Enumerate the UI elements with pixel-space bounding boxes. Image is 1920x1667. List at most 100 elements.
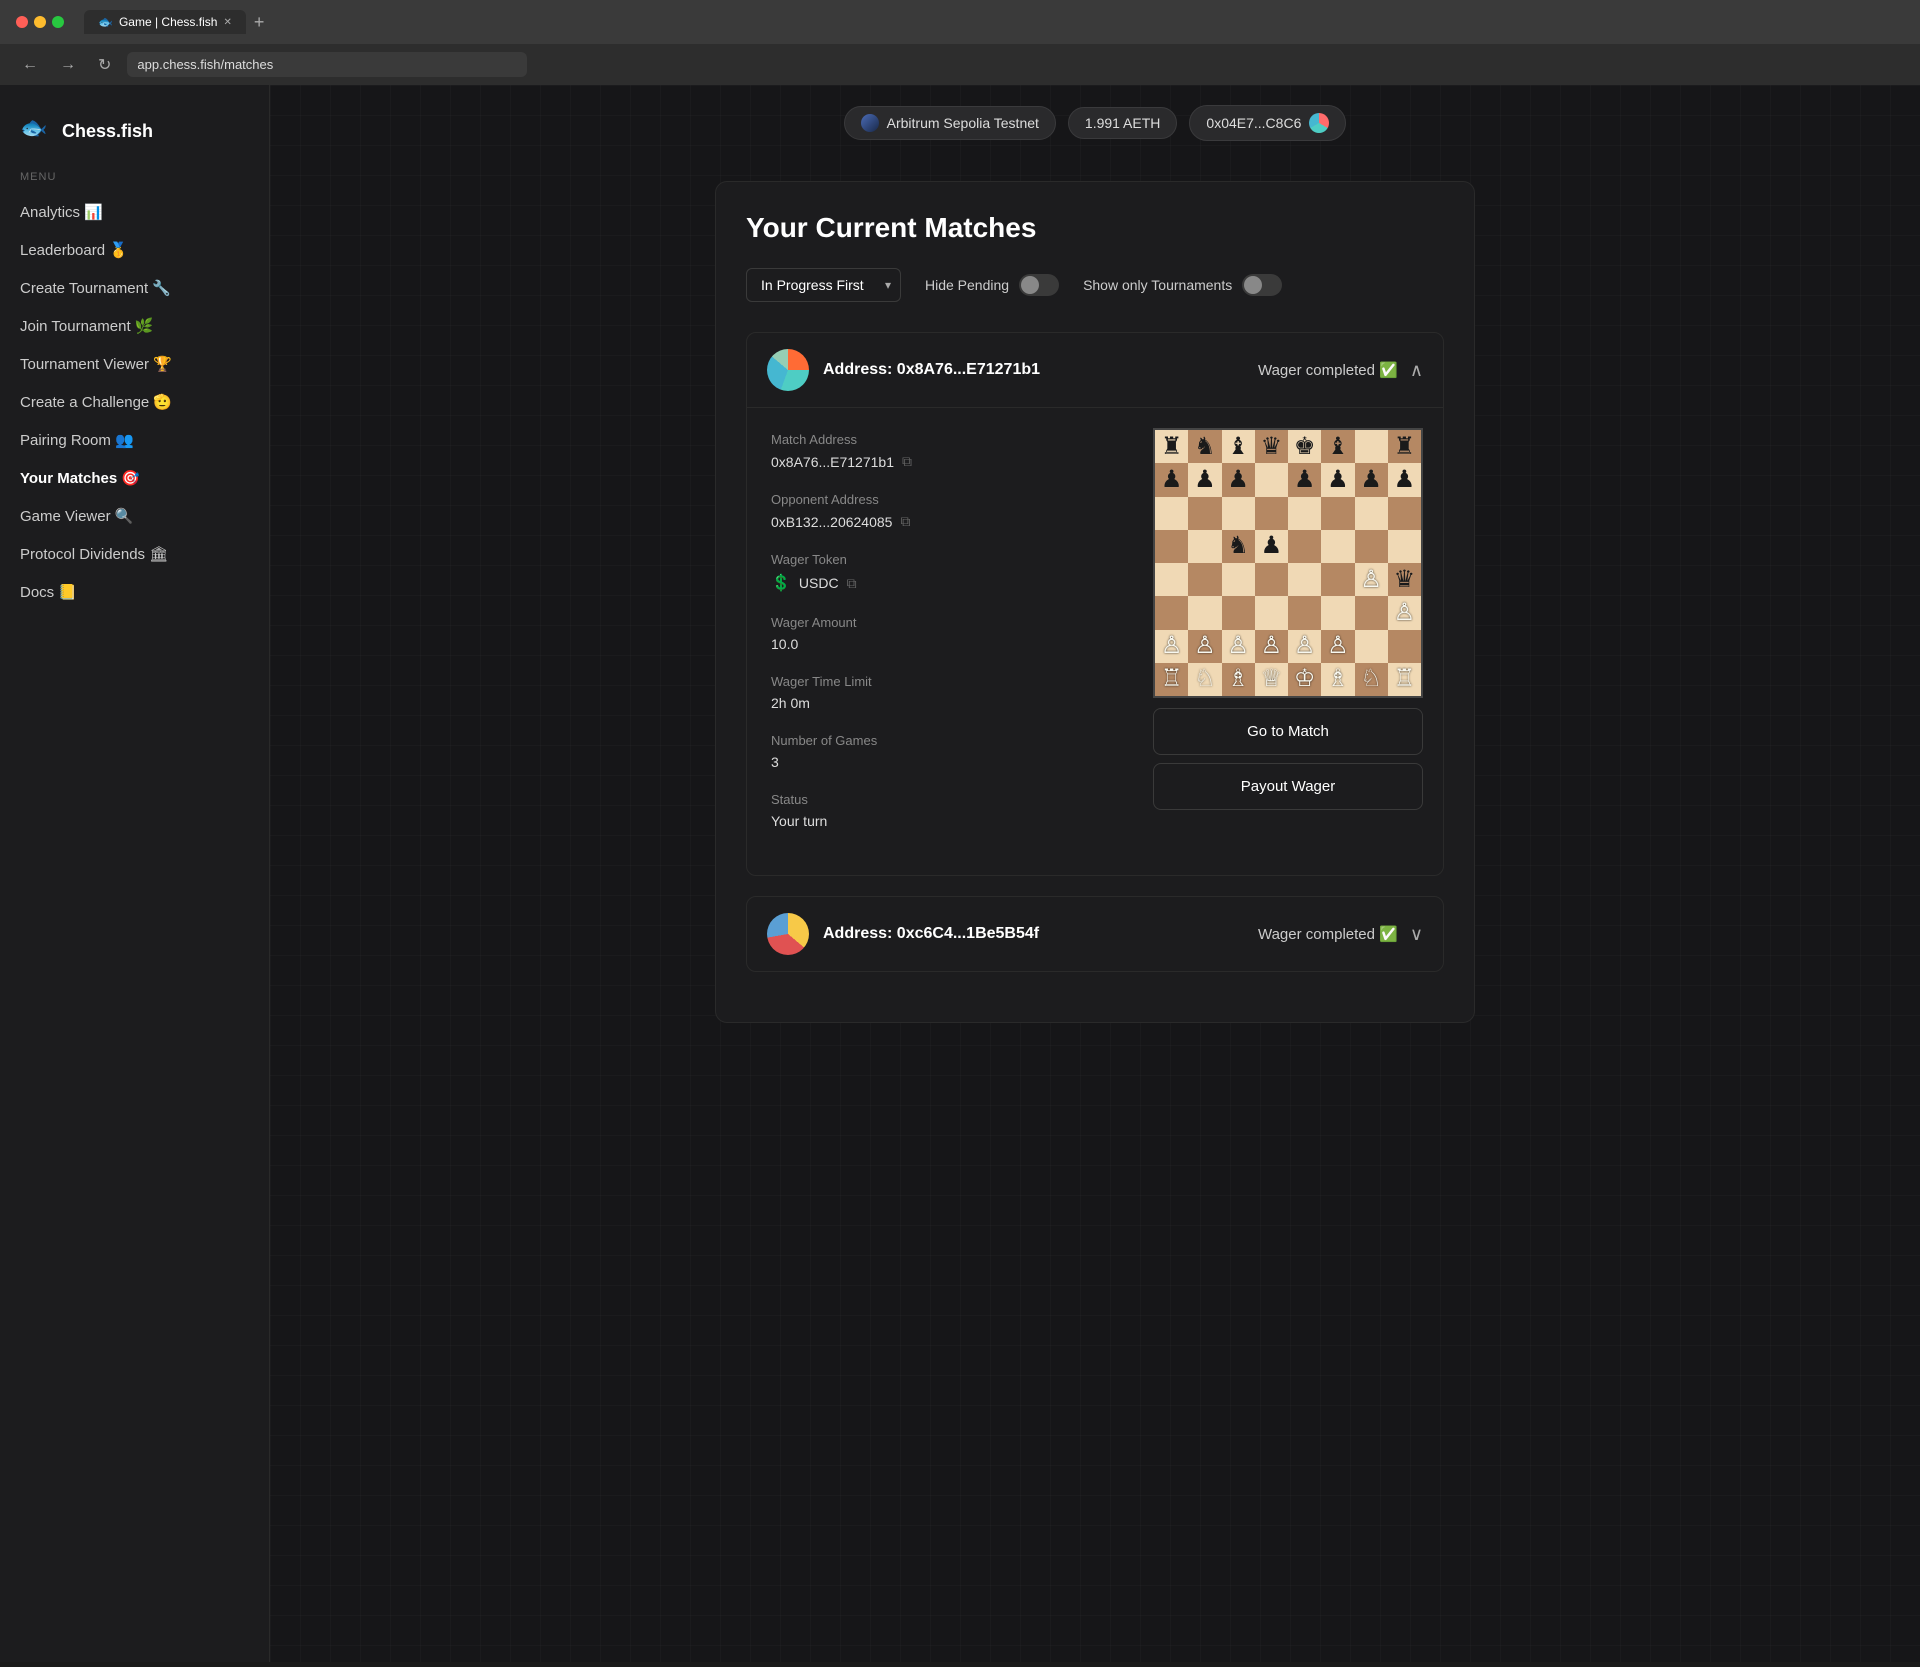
sidebar-item-analytics[interactable]: Analytics 📊 — [0, 193, 269, 231]
detail-value-wager-time-limit: 2h 0m — [771, 695, 1129, 711]
chess-cell: ♙ — [1321, 630, 1354, 663]
match-card-2: Address: 0xc6C4...1Be5B54f Wager complet… — [746, 896, 1444, 972]
sidebar-item-join-tournament[interactable]: Join Tournament 🌿 — [0, 307, 269, 345]
chess-cell — [1188, 596, 1221, 629]
chess-cell: ♙ — [1355, 563, 1388, 596]
toggle-knob — [1244, 276, 1262, 294]
detail-wager-time-limit: Wager Time Limit 2h 0m — [771, 674, 1129, 711]
wallet-address: 0x04E7...C8C6 — [1206, 115, 1301, 131]
new-tab-button[interactable]: + — [250, 12, 269, 33]
active-tab[interactable]: 🐟 Game | Chess.fish ✕ — [84, 10, 246, 34]
address-bar[interactable] — [127, 52, 527, 77]
browser-chrome: 🐟 Game | Chess.fish ✕ + ← → ↻ — [0, 0, 1920, 85]
detail-status: Status Your turn — [771, 792, 1129, 829]
copy-opponent-address-button[interactable]: ⧉ — [900, 513, 910, 530]
filter-select[interactable]: In Progress First Newest First Oldest Fi… — [746, 268, 901, 302]
show-tournaments-toggle[interactable] — [1242, 274, 1282, 296]
sidebar-item-tournament-viewer[interactable]: Tournament Viewer 🏆 — [0, 345, 269, 383]
chess-cell — [1155, 563, 1188, 596]
chess-cell: ♘ — [1355, 663, 1388, 696]
sidebar-item-label: Leaderboard 🥇 — [20, 241, 128, 259]
wallet-address-badge[interactable]: 0x04E7...C8C6 — [1189, 105, 1346, 141]
chess-cell: ♗ — [1321, 663, 1354, 696]
hide-pending-toggle[interactable] — [1019, 274, 1059, 296]
chess-cell: ♟ — [1155, 463, 1188, 496]
match-header-2[interactable]: Address: 0xc6C4...1Be5B54f Wager complet… — [747, 897, 1443, 971]
chess-cell — [1321, 530, 1354, 563]
wallet-avatar — [1309, 113, 1329, 133]
copy-match-address-button[interactable]: ⧉ — [902, 453, 912, 470]
menu-label: MENU — [0, 171, 269, 193]
sidebar-item-label: Analytics 📊 — [20, 203, 103, 221]
chess-cell — [1321, 497, 1354, 530]
chess-cell: ♚ — [1288, 430, 1321, 463]
chess-cell: ♖ — [1388, 663, 1421, 696]
chess-cell — [1388, 630, 1421, 663]
minimize-window-button[interactable] — [34, 16, 46, 28]
traffic-lights — [16, 16, 64, 28]
chess-cell: ♝ — [1321, 430, 1354, 463]
sidebar-item-label: Your Matches 🎯 — [20, 469, 140, 487]
chess-cell: ♝ — [1222, 430, 1255, 463]
chess-cell: ♟ — [1188, 463, 1221, 496]
chess-cell — [1355, 497, 1388, 530]
matches-container: Your Current Matches In Progress First N… — [715, 181, 1475, 1023]
chess-cell — [1155, 596, 1188, 629]
detail-value-status: Your turn — [771, 813, 1129, 829]
detail-num-games: Number of Games 3 — [771, 733, 1129, 770]
detail-label-opponent-address: Opponent Address — [771, 492, 1129, 507]
payout-wager-button[interactable]: Payout Wager — [1153, 763, 1423, 810]
collapse-button-1[interactable]: ∧ — [1410, 360, 1423, 381]
chess-cell: ♟ — [1288, 463, 1321, 496]
chess-cell — [1355, 430, 1388, 463]
sort-select[interactable]: In Progress First Newest First Oldest Fi… — [746, 268, 901, 302]
detail-opponent-address: Opponent Address 0xB132...20624085 ⧉ — [771, 492, 1129, 530]
chess-cell — [1288, 596, 1321, 629]
network-badge[interactable]: Arbitrum Sepolia Testnet — [844, 106, 1056, 140]
chess-cell — [1288, 497, 1321, 530]
back-button[interactable]: ← — [16, 54, 44, 76]
chess-cell — [1255, 596, 1288, 629]
forward-button[interactable]: → — [54, 54, 82, 76]
sidebar-item-your-matches[interactable]: Your Matches 🎯 — [0, 459, 269, 497]
logo-text: Chess.fish — [62, 121, 153, 142]
refresh-button[interactable]: ↻ — [92, 53, 117, 77]
chess-cell — [1288, 530, 1321, 563]
detail-value-opponent-address: 0xB132...20624085 ⧉ — [771, 513, 1129, 530]
sidebar-item-create-tournament[interactable]: Create Tournament 🔧 — [0, 269, 269, 307]
wallet-balance-badge[interactable]: 1.991 AETH — [1068, 107, 1178, 139]
match-header-1[interactable]: Address: 0x8A76...E71271b1 Wager complet… — [747, 333, 1443, 407]
chess-cell — [1288, 563, 1321, 596]
sidebar-item-pairing-room[interactable]: Pairing Room 👥 — [0, 421, 269, 459]
chess-cell: ♞ — [1188, 430, 1221, 463]
match-body-1: Match Address 0x8A76...E71271b1 ⧉ Oppone… — [747, 407, 1443, 875]
sidebar-item-label: Protocol Dividends 🏛 — [20, 545, 168, 563]
toggle-knob — [1021, 276, 1039, 294]
close-window-button[interactable] — [16, 16, 28, 28]
page-content: Your Current Matches In Progress First N… — [270, 161, 1920, 1043]
sidebar: 🐟 Chess.fish MENU Analytics 📊 Leaderboar… — [0, 85, 270, 1662]
detail-value-match-address: 0x8A76...E71271b1 ⧉ — [771, 453, 1129, 470]
browser-titlebar: 🐟 Game | Chess.fish ✕ + — [0, 0, 1920, 44]
chess-cell — [1255, 563, 1288, 596]
chess-cell — [1222, 497, 1255, 530]
sidebar-item-create-challenge[interactable]: Create a Challenge 🫡 — [0, 383, 269, 421]
detail-label-match-address: Match Address — [771, 432, 1129, 447]
chess-cell: ♕ — [1255, 663, 1288, 696]
chess-cell — [1255, 497, 1288, 530]
sidebar-item-leaderboard[interactable]: Leaderboard 🥇 — [0, 231, 269, 269]
sidebar-item-protocol-dividends[interactable]: Protocol Dividends 🏛 — [0, 535, 269, 573]
sidebar-item-docs[interactable]: Docs 📒 — [0, 573, 269, 611]
header-bar: Arbitrum Sepolia Testnet 1.991 AETH 0x04… — [270, 85, 1920, 161]
fullscreen-window-button[interactable] — [52, 16, 64, 28]
sidebar-item-game-viewer[interactable]: Game Viewer 🔍 — [0, 497, 269, 535]
copy-token-button[interactable]: ⧉ — [847, 575, 857, 592]
chess-cell: ♛ — [1388, 563, 1421, 596]
tab-close-button[interactable]: ✕ — [223, 17, 231, 28]
detail-label-wager-time-limit: Wager Time Limit — [771, 674, 1129, 689]
expand-button-2[interactable]: ∨ — [1410, 924, 1423, 945]
chess-cell: ♞ — [1222, 530, 1255, 563]
go-to-match-button[interactable]: Go to Match — [1153, 708, 1423, 755]
show-tournaments-label: Show only Tournaments — [1083, 277, 1232, 293]
chess-cell: ♙ — [1288, 630, 1321, 663]
